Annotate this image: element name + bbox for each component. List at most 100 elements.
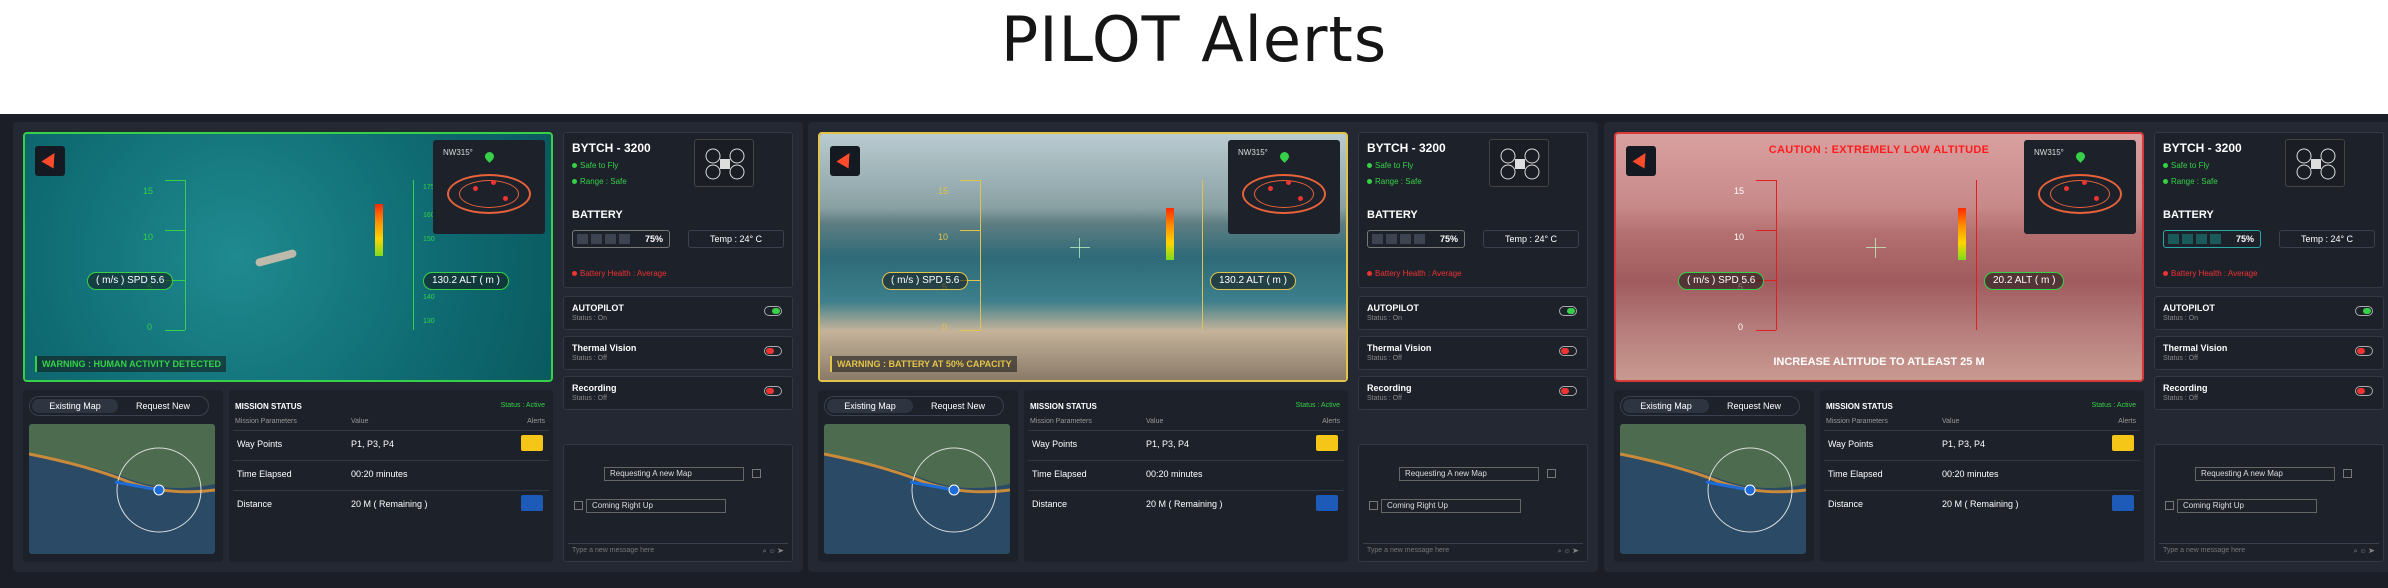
- toggle-recording: Recording Status : Off: [2154, 376, 2384, 410]
- camera-feed: CAUTION : EXTREMELY LOW ALTITUDE 15 10 5…: [1614, 132, 2144, 382]
- warning-banner: WARNING : HUMAN ACTIVITY DETECTED: [35, 356, 226, 372]
- mission-row: Distance 20 M ( Remaining ): [233, 490, 549, 516]
- logo-icon: [830, 146, 860, 176]
- toggle-thermal: Thermal Vision Status : Off: [2154, 336, 2384, 370]
- autopilot-switch[interactable]: [1559, 306, 1577, 316]
- autopilot-switch[interactable]: [2355, 306, 2373, 316]
- message-input[interactable]: Type a new message here: [1363, 543, 1583, 557]
- autopilot-switch[interactable]: [764, 306, 782, 316]
- location-pin-icon: [2074, 150, 2087, 163]
- location-pin-icon: [483, 150, 496, 163]
- mission-status: MISSION STATUS Status : Active Mission P…: [1024, 390, 1348, 562]
- recording-switch[interactable]: [764, 386, 782, 396]
- filter-alert-button[interactable]: [2112, 435, 2134, 451]
- speed-scale: [980, 180, 981, 330]
- location-pin-icon: [1278, 150, 1291, 163]
- drone-name: BYTCH - 3200: [572, 141, 651, 155]
- drone-status-card: BYTCH - 3200 Safe to Fly Range : Safe BA…: [1358, 132, 1588, 288]
- scale-label: 10: [143, 232, 154, 242]
- heat-gauge: [375, 204, 383, 256]
- speed-readout: ( m/s ) SPD 5.6: [882, 272, 969, 290]
- toggle-autopilot: AUTOPILOT Status : On: [2154, 296, 2384, 330]
- drone-icon: [2285, 139, 2345, 187]
- tab-existing-map[interactable]: Existing Map: [32, 399, 118, 413]
- map-panel: Existing Map Request New: [23, 390, 223, 562]
- message-input[interactable]: Type a new message here: [2159, 543, 2379, 557]
- share-button[interactable]: [1316, 495, 1338, 511]
- mission-status: MISSION STATUS Status : Active Mission P…: [1820, 390, 2144, 562]
- recording-switch[interactable]: [1559, 386, 1577, 396]
- chat-message: Coming Right Up: [1381, 499, 1521, 513]
- map-panel: Existing Map Request New: [818, 390, 1018, 562]
- drone-info: BYTCH - 3200 Safe to Fly Range : Safe BA…: [563, 132, 793, 442]
- filter-alert-button[interactable]: [521, 435, 543, 451]
- tab-request-new[interactable]: Request New: [915, 399, 1001, 413]
- scale-label: 0: [147, 322, 153, 332]
- share-button[interactable]: [2112, 495, 2134, 511]
- map-view[interactable]: [29, 424, 215, 554]
- logo-icon: [35, 146, 65, 176]
- recording-switch[interactable]: [2355, 386, 2373, 396]
- map-panel: Existing Map Request New: [1614, 390, 1814, 562]
- mini-radar: NW315°: [2024, 140, 2136, 234]
- mission-row: Distance 20 M ( Remaining ): [1028, 490, 1344, 516]
- tab-existing-map[interactable]: Existing Map: [1623, 399, 1709, 413]
- mini-radar: NW315°: [1228, 140, 1340, 234]
- drone-icon: [1489, 139, 1549, 187]
- heat-gauge: [1958, 208, 1966, 260]
- drone-icon: [694, 139, 754, 187]
- pilot-screen-3: CAUTION : EXTREMELY LOW ALTITUDE 15 10 5…: [1604, 122, 2388, 572]
- altitude-readout: 130.2 ALT ( m ): [1210, 272, 1296, 290]
- altitude-scale: [1202, 180, 1203, 330]
- thermal-switch[interactable]: [1559, 346, 1577, 356]
- pilot-screen-2: 15 10 5 0 ( m/s ) SPD 5.6 130.2 ALT ( m …: [808, 122, 1598, 572]
- warning-banner: WARNING : BATTERY AT 50% CAPACITY: [830, 356, 1017, 372]
- tab-request-new[interactable]: Request New: [1711, 399, 1797, 413]
- map-tabs: Existing Map Request New: [29, 396, 209, 416]
- crosshair: [1070, 238, 1090, 258]
- avatar: [2343, 469, 2352, 478]
- avatar: [752, 469, 761, 478]
- mission-row: Distance 20 M ( Remaining ): [1824, 490, 2140, 516]
- tab-existing-map[interactable]: Existing Map: [827, 399, 913, 413]
- drone-name: BYTCH - 3200: [2163, 141, 2242, 155]
- mission-row: Time Elapsed 00:20 minutes: [1824, 460, 2140, 486]
- avatar: [574, 501, 583, 510]
- mission-row: Way Points P1, P3, P4: [1028, 430, 1344, 456]
- attach-icon[interactable]: ⌕ ☺ ➤: [2354, 548, 2375, 556]
- mini-radar: NW315°: [433, 140, 545, 234]
- chat-panel: Requesting A new Map Coming Right Up Typ…: [563, 444, 793, 562]
- thermal-switch[interactable]: [764, 346, 782, 356]
- toggle-thermal: Thermal Vision Status : Off: [1358, 336, 1588, 370]
- message-input[interactable]: Type a new message here: [568, 543, 788, 557]
- toggle-thermal: Thermal Vision Status : Off: [563, 336, 793, 370]
- map-view[interactable]: [824, 424, 1010, 554]
- avatar: [2165, 501, 2174, 510]
- speed-scale: [185, 180, 186, 330]
- map-view[interactable]: [1620, 424, 1806, 554]
- avatar: [1547, 469, 1556, 478]
- drone-status-card: BYTCH - 3200 Safe to Fly Range : Safe BA…: [563, 132, 793, 288]
- status-safe: Safe to Fly: [572, 161, 618, 170]
- thermal-switch[interactable]: [2355, 346, 2373, 356]
- altitude-scale: [413, 180, 414, 330]
- mission-active-badge: Status : Active: [500, 402, 545, 409]
- camera-feed: 15 10 5 0 ( m/s ) SPD 5.6 130.2 ALT ( m …: [818, 132, 1348, 382]
- tab-request-new[interactable]: Request New: [120, 399, 206, 413]
- attach-icon[interactable]: ⌕ ☺ ➤: [763, 548, 784, 556]
- altitude-readout: 130.2 ALT ( m ): [423, 272, 509, 290]
- page-title: PILOT Alerts: [1000, 3, 1388, 76]
- filter-alert-button[interactable]: [1316, 435, 1338, 451]
- mission-status: MISSION STATUS Status : Active Mission P…: [229, 390, 553, 562]
- drone-name: BYTCH - 3200: [1367, 141, 1446, 155]
- attach-icon[interactable]: ⌕ ☺ ➤: [1558, 548, 1579, 556]
- chat-panel: Requesting A new Map Coming Right Up Typ…: [1358, 444, 1588, 562]
- battery-title: BATTERY: [572, 209, 623, 221]
- share-button[interactable]: [521, 495, 543, 511]
- mission-row: Way Points P1, P3, P4: [233, 430, 549, 456]
- temperature: Temp : 24° C: [688, 230, 784, 248]
- status-range: Range : Safe: [572, 177, 627, 186]
- heat-gauge: [1166, 208, 1174, 260]
- drone-info: BYTCH - 3200 Safe to Fly Range : Safe BA…: [1358, 132, 1588, 442]
- chat-message: Coming Right Up: [586, 499, 726, 513]
